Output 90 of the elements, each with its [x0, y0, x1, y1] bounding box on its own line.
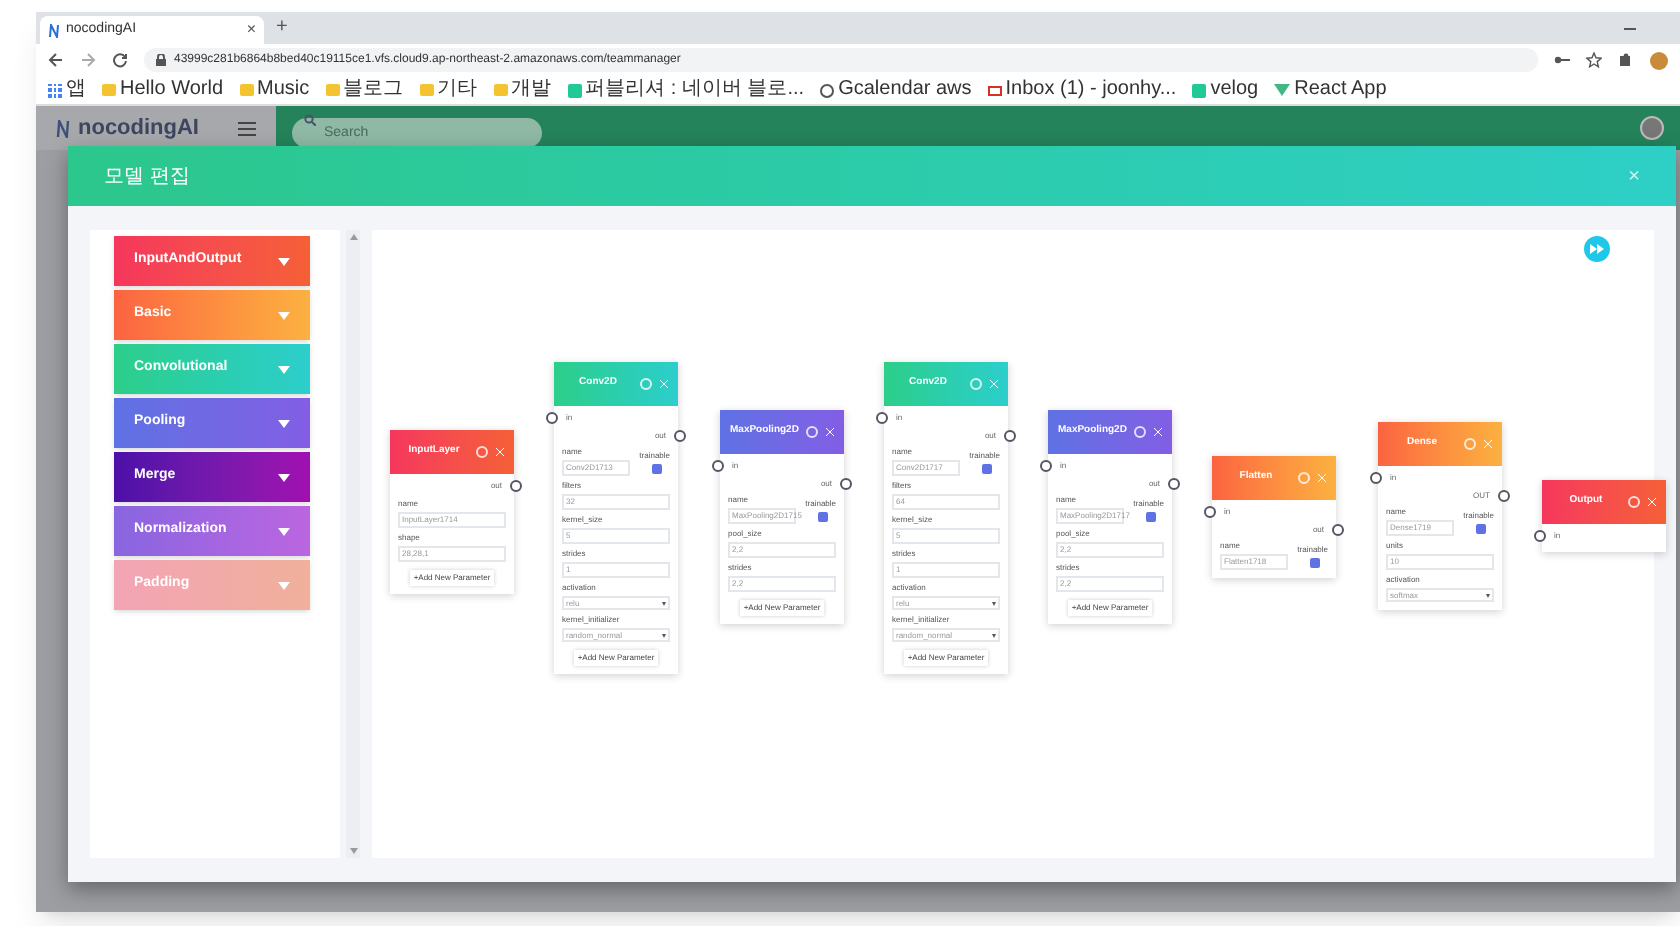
globe-icon[interactable] — [820, 83, 835, 97]
folder-icon[interactable] — [239, 84, 253, 96]
checkbox[interactable] — [1310, 558, 1320, 568]
dropdown-arrow-icon — [1486, 593, 1490, 597]
dropdown-arrow-icon — [992, 601, 996, 605]
zigzag-logo-icon — [48, 23, 60, 37]
caret-icon — [278, 419, 290, 427]
bookmark-link[interactable]: Music — [257, 80, 310, 100]
caret-icon — [278, 365, 290, 373]
close-icon[interactable] — [1154, 428, 1162, 436]
checkbox[interactable] — [818, 512, 828, 522]
scroll-up-icon[interactable] — [349, 234, 357, 240]
checkbox[interactable] — [1476, 524, 1486, 534]
brand-name: nocodingAI — [78, 113, 201, 144]
bookmark-link[interactable]: 앱 — [66, 80, 86, 100]
bookmark-link[interactable]: Gcalendar aws — [838, 80, 972, 100]
bookmark-link[interactable]: Inbox (1) - joonhy... — [1005, 80, 1177, 100]
close-icon[interactable] — [496, 448, 504, 456]
checkbox[interactable] — [982, 464, 992, 474]
input-port[interactable] — [1204, 506, 1216, 518]
folder-icon[interactable] — [493, 84, 508, 96]
bookmark-link[interactable]: 퍼블리셔 : 네이버 블로... — [585, 80, 805, 100]
profile-avatar[interactable] — [1650, 51, 1668, 69]
caret-icon — [278, 257, 290, 265]
info-icon[interactable] — [1464, 438, 1476, 450]
input-port[interactable] — [1370, 472, 1382, 484]
input-port[interactable] — [1534, 530, 1546, 542]
info-icon[interactable] — [476, 446, 488, 458]
folder-icon[interactable] — [419, 84, 434, 96]
close-icon[interactable] — [1318, 474, 1326, 482]
mail-icon[interactable] — [987, 85, 1002, 95]
bookmark-link[interactable]: 개발 — [511, 80, 552, 100]
output-port[interactable] — [1004, 430, 1016, 442]
info-icon[interactable] — [1628, 496, 1640, 508]
fast-forward-icon — [1590, 244, 1604, 254]
close-icon[interactable] — [1648, 498, 1656, 506]
dropdown-arrow-icon — [662, 633, 666, 637]
close-button[interactable]: × — [1628, 161, 1640, 191]
close-icon[interactable] — [1484, 440, 1492, 448]
output-port[interactable] — [840, 478, 852, 490]
caret-icon — [278, 311, 290, 319]
input-port[interactable] — [876, 412, 888, 424]
search-icon — [304, 113, 316, 125]
star-icon[interactable] — [1586, 52, 1602, 68]
bookmark-link[interactable]: 블로그 — [343, 80, 404, 100]
key-icon[interactable] — [1554, 54, 1570, 66]
output-port[interactable] — [674, 430, 686, 442]
caret-icon — [278, 527, 290, 535]
lock-icon — [156, 54, 166, 66]
zigzag-logo-icon — [56, 119, 70, 137]
bookmark-link[interactable]: Hello World — [120, 80, 223, 100]
checkbox[interactable] — [1146, 512, 1156, 522]
caret-icon — [278, 473, 290, 481]
input-port[interactable] — [712, 460, 724, 472]
forward-arrow-icon[interactable] — [80, 52, 96, 68]
output-port[interactable] — [1498, 490, 1510, 502]
bookmark-link[interactable]: velog — [1210, 80, 1259, 100]
apps-icon[interactable] — [48, 83, 62, 97]
site-icon[interactable] — [567, 83, 582, 97]
caret-icon — [278, 581, 290, 589]
output-port[interactable] — [1332, 524, 1344, 536]
info-icon[interactable] — [1298, 472, 1310, 484]
output-port[interactable] — [1168, 478, 1180, 490]
dropdown-arrow-icon — [992, 633, 996, 637]
user-avatar-icon[interactable] — [1640, 116, 1664, 140]
new-tab-button[interactable]: + — [276, 12, 288, 42]
dropdown-arrow-icon — [662, 601, 666, 605]
output-port[interactable] — [510, 480, 522, 492]
info-icon[interactable] — [1134, 426, 1147, 438]
tab-close-button[interactable]: × — [246, 18, 256, 42]
run-button[interactable] — [1584, 236, 1610, 262]
input-port[interactable] — [1040, 460, 1052, 472]
info-icon[interactable] — [640, 378, 652, 390]
info-icon[interactable] — [806, 426, 819, 438]
scrollbar[interactable] — [346, 230, 360, 858]
menu-icon[interactable] — [238, 121, 256, 135]
close-icon[interactable] — [990, 380, 998, 388]
input-port[interactable] — [546, 412, 558, 424]
close-icon[interactable] — [660, 380, 668, 388]
close-icon[interactable] — [826, 428, 834, 436]
bookmark-link[interactable]: 기타 — [437, 80, 478, 100]
back-arrow-icon[interactable] — [48, 52, 64, 68]
site-icon[interactable] — [1192, 83, 1207, 97]
reload-icon[interactable] — [112, 52, 128, 68]
info-icon[interactable] — [970, 378, 982, 390]
bookmark-link[interactable]: React App — [1294, 80, 1387, 100]
modal-title: 모델 편집 — [104, 163, 192, 191]
scroll-down-icon[interactable] — [349, 848, 357, 854]
folder-icon[interactable] — [325, 84, 340, 96]
checkbox[interactable] — [652, 464, 662, 474]
